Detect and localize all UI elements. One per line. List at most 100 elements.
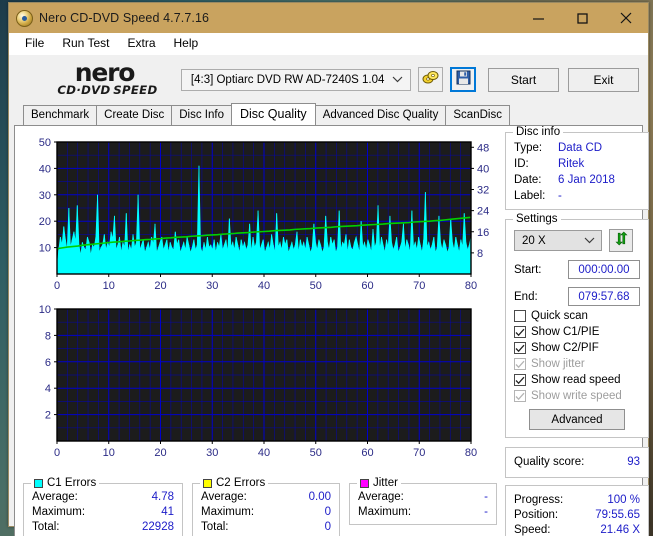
svg-text:80: 80 (465, 280, 477, 292)
advanced-button[interactable]: Advanced (529, 409, 625, 430)
c1-total-key: Total: (32, 521, 60, 533)
checkbox-quick-scan-box[interactable] (514, 310, 526, 322)
tab-benchmark[interactable]: Benchmark (23, 105, 98, 125)
refresh-speed-button[interactable] (609, 229, 633, 252)
quality-score-box: Quality score: 93 (505, 447, 649, 478)
c2-total-row: Total: 0 (201, 520, 331, 535)
checkbox-show-read-speed-box[interactable] (514, 374, 526, 386)
svg-text:0: 0 (54, 447, 60, 459)
position-label: Position: (514, 509, 559, 521)
checkbox-show-c2-pif-box[interactable] (514, 342, 526, 354)
c2-maximum-value: 0 (324, 506, 331, 518)
svg-text:30: 30 (39, 190, 51, 202)
svg-text:70: 70 (413, 447, 425, 459)
c2-errors-label: C2 Errors (216, 477, 266, 489)
application-window: Nero CD-DVD Speed 4.7.7.16 File Run Test… (8, 2, 649, 536)
checkbox-quick-scan-label: Quick scan (531, 310, 588, 322)
checkbox-show-c1-pie[interactable]: Show C1/PIE (514, 326, 640, 338)
disc-info-title: Disc info (513, 126, 564, 138)
svg-text:70: 70 (413, 280, 425, 292)
tab-content-disc-quality: 10 20 30 40 50 8 16 24 32 40 48 0 10 20 30 40 50 60 70 80 2… (14, 125, 649, 536)
jitter-average-value: - (484, 491, 488, 503)
jitter-maximum-row: Maximum: - (358, 505, 488, 520)
disc-date-key: Date: (514, 174, 542, 186)
svg-text:40: 40 (258, 447, 270, 459)
svg-text:16: 16 (477, 227, 489, 239)
end-position-label: End: (514, 290, 538, 303)
disc-type-row: Type: Data CD (514, 140, 640, 156)
c2-total-value: 0 (324, 521, 331, 533)
progress-label: Progress: (514, 494, 564, 506)
svg-text:20: 20 (154, 280, 166, 292)
settings-box: Settings 20 X Start: 000:00.00 End: 079:… (505, 213, 649, 438)
c2-maximum-row: Maximum: 0 (201, 505, 331, 520)
checkbox-quick-scan[interactable]: Quick scan (514, 310, 640, 322)
c2-maximum-key: Maximum: (201, 506, 255, 518)
svg-text:2: 2 (45, 410, 51, 422)
disc-label-key: Label: (514, 190, 546, 202)
checkbox-show-c2-pif[interactable]: Show C2/PIF (514, 342, 640, 354)
jitter-maximum-key: Maximum: (358, 506, 412, 518)
checkbox-show-c1-pie-box[interactable] (514, 326, 526, 338)
c2-average-key: Average: (201, 491, 247, 503)
c1-maximum-value: 41 (161, 506, 174, 518)
tab-disc-quality[interactable]: Disc Quality (231, 103, 316, 125)
tab-advanced-disc-quality[interactable]: Advanced Disc Quality (314, 105, 447, 125)
start-position-input[interactable]: 000:00.00 (568, 260, 640, 279)
nero-logo: nero CD·DVD SPEED (18, 60, 179, 97)
checkbox-show-c2-pif-label: Show C2/PIF (531, 342, 599, 354)
c2-total-key: Total: (201, 521, 229, 533)
minimize-icon[interactable] (516, 3, 560, 33)
save-button[interactable] (450, 67, 477, 92)
checkbox-show-c1-pie-label: Show C1/PIE (531, 326, 600, 338)
drive-select[interactable]: [4:3] Optiarc DVD RW AD-7240S 1.04 (180, 68, 411, 91)
tab-strip: Benchmark Create Disc Disc Info Disc Qua… (9, 103, 648, 125)
end-position-row: End: 079:57.68 (514, 287, 640, 306)
start-button[interactable]: Start (488, 67, 560, 92)
c1-total-value: 22928 (142, 521, 174, 533)
disc-date-value: 6 Jan 2018 (558, 174, 615, 186)
svg-text:32: 32 (477, 185, 489, 197)
app-icon (16, 9, 33, 27)
quality-score-value: 93 (627, 456, 640, 468)
svg-text:50: 50 (310, 280, 322, 292)
disc-eject-icon (422, 70, 439, 90)
disc-label-value: - (558, 190, 562, 202)
toolbar: nero CD·DVD SPEED [4:3] Optiarc DVD RW A… (9, 55, 648, 104)
tab-create-disc[interactable]: Create Disc (96, 105, 173, 125)
menu-item-file[interactable]: File (17, 34, 52, 53)
menu-item-help[interactable]: Help (166, 34, 207, 53)
side-panel: Disc info Type: Data CD ID: Ritek Date: 6 J… (504, 126, 653, 536)
svg-text:48: 48 (477, 142, 489, 154)
tab-disc-info[interactable]: Disc Info (171, 105, 232, 125)
statistics-row: C1 Errors Average: 4.78 Maximum: 41 Total:… (23, 477, 498, 536)
chevron-down-icon (584, 235, 595, 247)
c1-average-row: Average: 4.78 (32, 490, 174, 505)
progress-box: Progress: 100 % Position: 79:55.65 Speed: 2… (505, 485, 649, 536)
c2-errors-box: C2 Errors Average: 0.00 Maximum: 0 Total: 0 (192, 477, 340, 536)
menu-item-run-test[interactable]: Run Test (54, 34, 117, 53)
speed-value: 21.46 X (600, 524, 640, 536)
tab-scandisc[interactable]: ScanDisc (445, 105, 510, 125)
speed-row-status: Speed: 21.46 X (514, 523, 640, 536)
jitter-maximum-value: - (484, 506, 488, 518)
end-position-input[interactable]: 079:57.68 (568, 287, 640, 306)
close-icon[interactable] (604, 3, 648, 33)
quality-score-row: Quality score: 93 (514, 455, 640, 470)
c1-average-value: 4.78 (151, 491, 174, 503)
disc-eject-button[interactable] (417, 67, 444, 92)
start-position-row: Start: 000:00.00 (514, 260, 640, 279)
svg-text:8: 8 (45, 330, 51, 342)
maximize-icon[interactable] (560, 3, 604, 33)
speed-select[interactable]: 20 X (514, 230, 602, 251)
jitter-title: Jitter (357, 477, 401, 489)
disc-id-key: ID: (514, 158, 529, 170)
menu-item-extra[interactable]: Extra (119, 34, 163, 53)
charts-column: 10 20 30 40 50 8 16 24 32 40 48 0 10 20 30 40 50 60 70 80 2… (15, 126, 504, 536)
position-value: 79:55.65 (595, 509, 640, 521)
checkbox-show-write-speed-label: Show write speed (531, 390, 622, 402)
checkbox-show-read-speed[interactable]: Show read speed (514, 374, 640, 386)
checkbox-show-write-speed: Show write speed (514, 390, 640, 402)
exit-button[interactable]: Exit (568, 67, 639, 92)
disc-id-value: Ritek (558, 158, 585, 170)
